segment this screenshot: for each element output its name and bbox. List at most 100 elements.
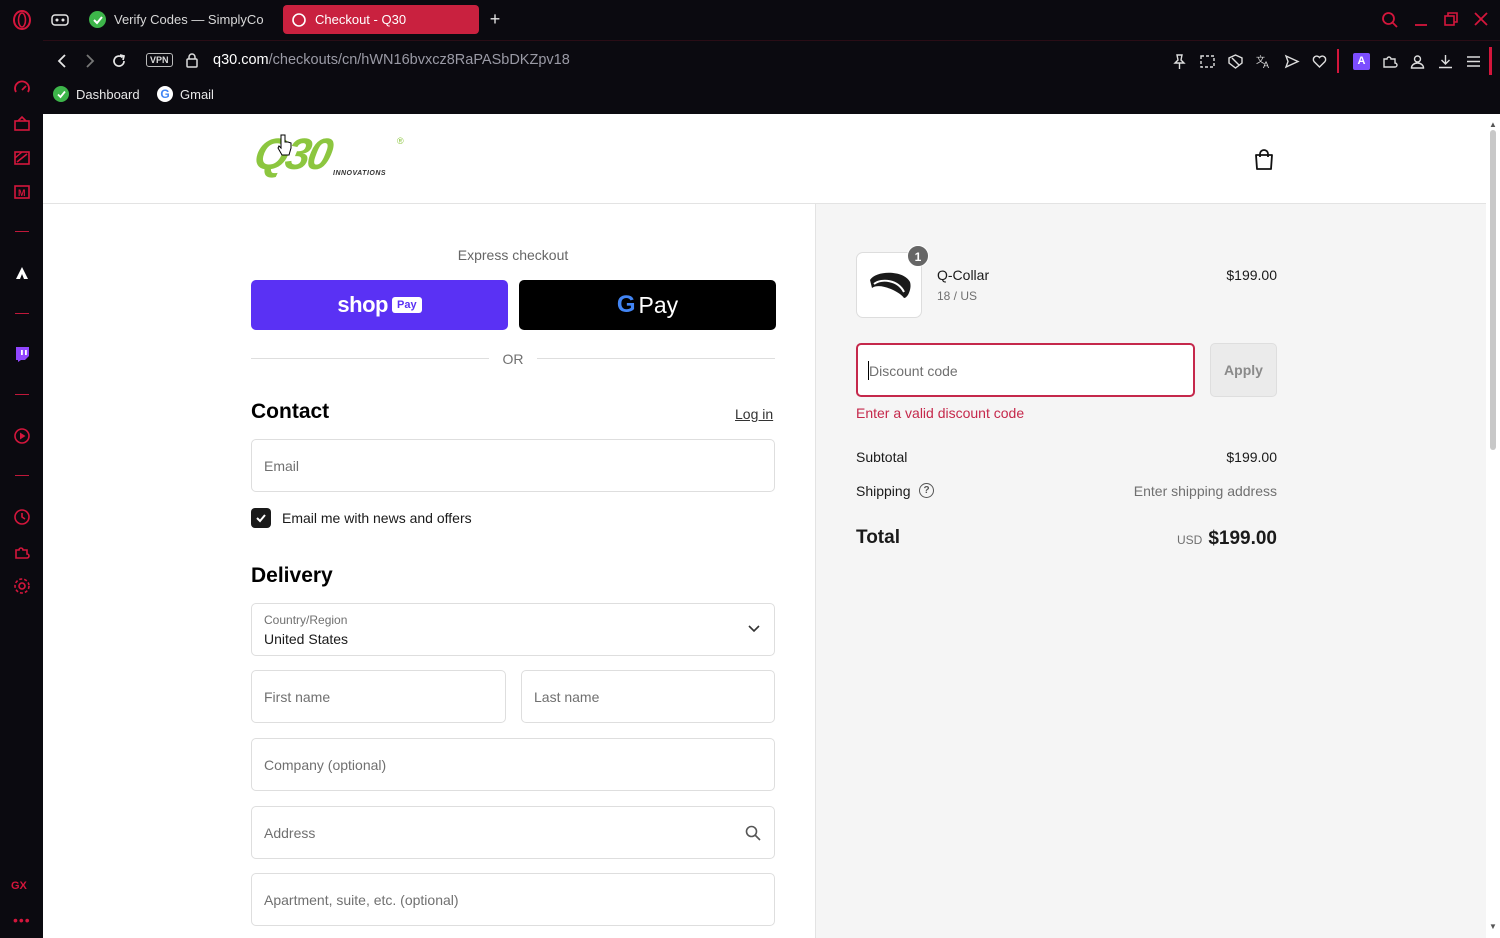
- tab-verify-codes[interactable]: Verify Codes — SimplyCo: [81, 5, 277, 34]
- address-field[interactable]: Address: [251, 806, 775, 859]
- extensions-icon[interactable]: [1381, 53, 1398, 70]
- bookmark-gmail[interactable]: G Gmail: [157, 86, 214, 102]
- q-collar-image-icon: [870, 272, 911, 298]
- tab-checkout[interactable]: Checkout - Q30: [283, 5, 479, 34]
- company-placeholder: Company (optional): [264, 756, 387, 773]
- logo-sub: INNOVATIONS: [333, 170, 387, 177]
- app-a-icon[interactable]: [12, 263, 32, 283]
- apply-button[interactable]: Apply: [1210, 343, 1277, 397]
- bookmark-dashboard[interactable]: Dashboard: [53, 86, 140, 102]
- product-name: Q-Collar: [937, 267, 990, 283]
- bookmark-label: Dashboard: [76, 86, 140, 102]
- snapshot-icon[interactable]: [1199, 53, 1216, 70]
- url-path: /checkouts/cn/hWN16bvxcz8RaPASbDKZpv18: [268, 52, 570, 68]
- lock-icon[interactable]: [185, 52, 199, 73]
- more-icon[interactable]: •••: [13, 912, 31, 928]
- bookmarks-bar: Dashboard G Gmail: [43, 80, 1500, 114]
- mouse-pointer-icon: [277, 134, 293, 163]
- search-icon: [745, 825, 761, 841]
- last-name-field[interactable]: Last name: [521, 670, 775, 723]
- first-name-field[interactable]: First name: [251, 670, 506, 723]
- close-window-icon[interactable]: [1473, 11, 1489, 32]
- twitch-icon[interactable]: [12, 344, 32, 364]
- page-scrollbar[interactable]: ▲ ▼: [1486, 114, 1500, 938]
- total-label: Total: [856, 527, 900, 548]
- back-icon[interactable]: [55, 53, 69, 74]
- email-field[interactable]: Email: [251, 439, 775, 492]
- email-placeholder: Email: [264, 457, 300, 474]
- forward-icon[interactable]: [83, 53, 97, 74]
- shop-pay-label: shop: [337, 292, 388, 317]
- restore-icon[interactable]: [1443, 11, 1459, 32]
- address-placeholder: Address: [264, 824, 316, 841]
- download-icon[interactable]: [1437, 53, 1454, 70]
- send-icon[interactable]: [1283, 53, 1300, 70]
- discount-code-input[interactable]: Discount code: [856, 343, 1195, 397]
- gx-label[interactable]: GX: [11, 880, 27, 892]
- chevron-down-icon: [748, 625, 760, 633]
- scroll-up-icon[interactable]: ▲: [1489, 120, 1497, 129]
- country-label: Country/Region: [264, 613, 348, 627]
- easy-setup-icon[interactable]: [1465, 53, 1482, 70]
- speed-dial-icon[interactable]: [12, 79, 32, 99]
- url-host: q30.com: [213, 52, 269, 68]
- cart-bag-icon[interactable]: [1253, 148, 1275, 177]
- company-field[interactable]: Company (optional): [251, 738, 775, 791]
- pin-icon[interactable]: [1171, 53, 1188, 70]
- sidebar-divider: [15, 231, 29, 232]
- login-link[interactable]: Log in: [735, 406, 773, 422]
- tab-title: Verify Codes — SimplyCo: [114, 12, 264, 27]
- gmail-sidebar-icon[interactable]: M: [12, 182, 32, 202]
- gx-cleaner-icon[interactable]: [12, 148, 32, 168]
- new-tab-button[interactable]: +: [485, 9, 505, 29]
- shipping-value: Enter shipping address: [1133, 483, 1277, 499]
- discount-placeholder: Discount code: [869, 363, 958, 379]
- gx-corner-icon[interactable]: [12, 114, 32, 134]
- profile-icon[interactable]: [1409, 53, 1426, 70]
- history-icon[interactable]: [12, 507, 32, 527]
- last-name-placeholder: Last name: [534, 688, 600, 705]
- discount-error: Enter a valid discount code: [856, 405, 1025, 421]
- scroll-thumb[interactable]: [1490, 130, 1496, 450]
- heart-icon[interactable]: [1311, 53, 1328, 70]
- adblock-icon[interactable]: [1227, 53, 1244, 70]
- checkout-page: Q30 INNOVATIONS ® Express checkout shop …: [43, 114, 1486, 938]
- bookmark-label: Gmail: [180, 86, 214, 102]
- delivery-heading: Delivery: [251, 564, 333, 587]
- settings-icon[interactable]: [12, 576, 32, 596]
- svg-text:M: M: [18, 188, 26, 198]
- contact-heading: Contact: [251, 400, 330, 423]
- aria-ai-icon[interactable]: A: [1353, 53, 1370, 70]
- translate-icon[interactable]: 文A: [1255, 53, 1272, 70]
- newsletter-checkbox[interactable]: [251, 508, 271, 528]
- tab-island-icon[interactable]: [51, 12, 69, 33]
- search-tabs-icon[interactable]: [1381, 11, 1399, 34]
- order-summary: 1 Q-Collar 18 / US $199.00 Discount code…: [815, 204, 1486, 938]
- vpn-badge[interactable]: VPN: [146, 53, 173, 67]
- toolbar-icons: 文A: [1171, 53, 1328, 70]
- url-field[interactable]: q30.com/checkouts/cn/hWN16bvxcz8RaPASbDK…: [213, 52, 570, 68]
- extension-icons: A: [1353, 53, 1482, 70]
- reload-icon[interactable]: [110, 52, 128, 75]
- svg-text:A: A: [1263, 60, 1269, 70]
- google-pay-button[interactable]: G Pay: [519, 280, 776, 330]
- dashboard-favicon-icon: [53, 86, 69, 102]
- subtotal-value: $199.00: [1226, 449, 1277, 465]
- or-divider-left: [251, 358, 489, 359]
- opera-logo-icon[interactable]: [12, 10, 32, 30]
- q30-logo[interactable]: Q30 INNOVATIONS ®: [250, 130, 411, 182]
- simplycodes-favicon-icon: [89, 11, 106, 28]
- sidebar-divider: [15, 475, 29, 476]
- shop-pay-button[interactable]: shop Pay: [251, 280, 508, 330]
- browser-sidebar: M GX •••: [0, 0, 43, 938]
- country-select[interactable]: Country/Region United States: [251, 603, 775, 656]
- shipping-help-icon[interactable]: ?: [919, 483, 934, 498]
- minimize-icon[interactable]: [1413, 11, 1429, 34]
- extensions-sidebar-icon[interactable]: [12, 542, 32, 562]
- loading-favicon-icon: [291, 12, 307, 28]
- player-icon[interactable]: [12, 426, 32, 446]
- scroll-down-icon[interactable]: ▼: [1489, 922, 1497, 931]
- apartment-field[interactable]: Apartment, suite, etc. (optional): [251, 873, 775, 926]
- or-label: OR: [502, 351, 524, 367]
- or-divider-right: [537, 358, 775, 359]
